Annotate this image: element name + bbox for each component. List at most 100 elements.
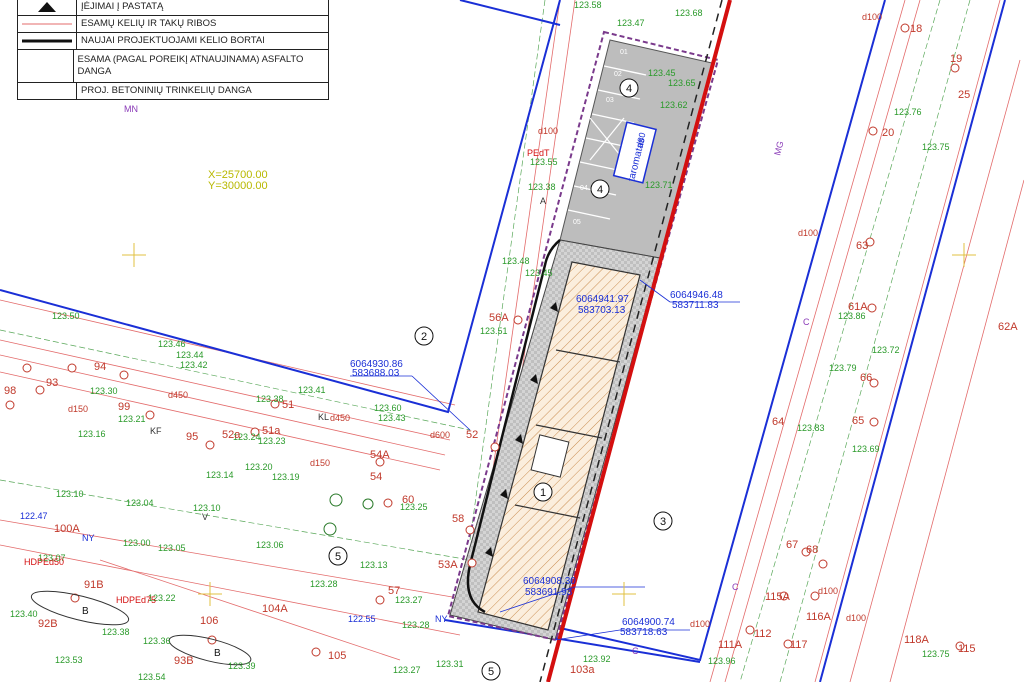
kf-label-1: KF (150, 426, 162, 436)
elev-33: 123.06 (256, 540, 284, 550)
node-116a: 116A (806, 611, 832, 623)
node-93b: 93B (174, 655, 194, 667)
node-52a: 52a (222, 429, 241, 441)
node-98: 98 (4, 385, 16, 397)
node-19: 19 (950, 53, 962, 65)
elev-16: 123.46 (158, 339, 186, 349)
entrance-legend-icon (18, 0, 77, 15)
v-label-1: V (202, 512, 208, 522)
node-54: 54 (370, 471, 382, 483)
coord-4-y: 583691.93 (525, 587, 573, 598)
pipe-d100-3: d100 (798, 228, 818, 238)
elev-20: 123.21 (118, 414, 146, 424)
node-64: 64 (772, 416, 784, 428)
elev-25: 123.43 (378, 413, 406, 423)
elev-49: 123.27 (393, 665, 421, 675)
node-52: 52 (466, 429, 478, 441)
elev-60: 122.47 (20, 511, 48, 521)
node-115a: 115A (765, 591, 791, 603)
global-y: Y=30000.00 (208, 180, 268, 192)
ny-label-1: NY (82, 533, 95, 543)
pipe-d100-5: d100 (690, 619, 710, 629)
node-66: 66 (860, 372, 872, 384)
elev-13: 123.45 (525, 268, 553, 278)
node-63: 63 (856, 240, 868, 252)
elev-30: 123.19 (272, 472, 300, 482)
elev-22: 123.38 (256, 394, 284, 404)
elev-24: 123.60 (374, 403, 402, 413)
elev-44: 123.28 (402, 620, 430, 630)
node-51a: 51a (262, 425, 281, 437)
node-58: 58 (452, 513, 464, 525)
pipe-d450-1: d450 (168, 390, 188, 400)
elev-31: 123.04 (126, 498, 154, 508)
elev-17: 123.44 (176, 350, 204, 360)
elev-2: 123.47 (617, 18, 645, 28)
elev-45: 123.53 (55, 655, 83, 665)
black-line-legend-icon (18, 33, 77, 49)
zone-1-label: 1 (540, 487, 546, 499)
zone-3-label: 3 (660, 516, 666, 528)
elev-15: 123.50 (52, 311, 80, 321)
node-95: 95 (186, 431, 198, 443)
zone-2-label: 2 (421, 331, 427, 343)
elev-51: 123.96 (708, 656, 736, 666)
elev-41: 123.38 (102, 627, 130, 637)
coord-5-y: 583718.63 (620, 627, 668, 638)
elev-37: 123.13 (360, 560, 388, 570)
node-99: 99 (118, 401, 130, 413)
b-label-2: B (214, 648, 221, 659)
site-plan-drawing: 1 2 3 4 4 5 5 6064930.86 583688.03 60649… (0, 0, 1024, 682)
elev-8: 123.75 (922, 142, 950, 152)
zone-4b-label: 4 (597, 184, 603, 196)
node-25: 25 (958, 89, 970, 101)
elev-10: 123.38 (528, 182, 556, 192)
legend-row-road-bounds: ESAMŲ KELIŲ IR TAKŲ RIBOS (18, 16, 328, 33)
elev-46: 123.54 (138, 672, 166, 682)
node-106: 106 (200, 615, 218, 627)
elev-21: 123.16 (78, 429, 106, 439)
node-54a: 54A (370, 449, 390, 461)
c-label-1: C (803, 317, 810, 327)
node-92b: 92B (38, 618, 58, 630)
elev-57: 123.75 (922, 649, 950, 659)
elev-5: 123.65 (668, 78, 696, 88)
node-67: 67 (786, 539, 798, 551)
node-68: 68 (806, 544, 818, 556)
pipe-d100-4: d100 (818, 586, 838, 596)
pipe-d150-2: d150 (310, 458, 330, 468)
elev-54: 123.79 (829, 363, 857, 373)
c-label-3: C (632, 646, 639, 656)
node-111a: 111A (718, 639, 743, 651)
zone-5b-label: 5 (488, 666, 494, 678)
node-18: 18 (910, 23, 922, 35)
hdpe-label-2: HDPEd75 (116, 595, 156, 605)
legend-label: ESAMA (PAGAL POREIKĮ ATNAUJINAMA) ASFALT… (77, 54, 304, 77)
node-112: 112 (754, 628, 772, 640)
elev-61: 122.55 (348, 614, 376, 624)
mn-label: MN (124, 104, 138, 114)
pipe-d150-1: d150 (68, 404, 88, 414)
trees (323, 493, 374, 536)
mg-label: MG (772, 140, 785, 156)
paving-legend-icon (18, 83, 77, 99)
node-60: 60 (402, 494, 414, 506)
elev-18: 123.42 (180, 360, 208, 370)
elev-6: 123.62 (660, 100, 688, 110)
coord-3-x: 6064941.97 (576, 294, 629, 305)
slot-01: 01 (620, 49, 628, 56)
node-57: 57 (388, 585, 400, 597)
elev-23: 123.41 (298, 385, 326, 395)
elev-19: 123.30 (90, 386, 118, 396)
node-105: 105 (328, 650, 346, 662)
b-label-1: B (82, 606, 89, 617)
kl-label-1: KL (318, 412, 329, 422)
elev-47: 123.39 (228, 661, 256, 671)
elev-35: 123.05 (158, 543, 186, 553)
slot-03: 03 (606, 97, 614, 104)
pipe-d600: d600 (430, 430, 450, 440)
pipe-d100-1: d100 (862, 12, 882, 22)
ny-label-2: NY (435, 614, 448, 624)
node-118a: 118A (904, 634, 930, 646)
legend-row-asphalt: ESAMA (PAGAL POREIKĮ ATNAUJINAMA) ASFALT… (18, 50, 328, 83)
